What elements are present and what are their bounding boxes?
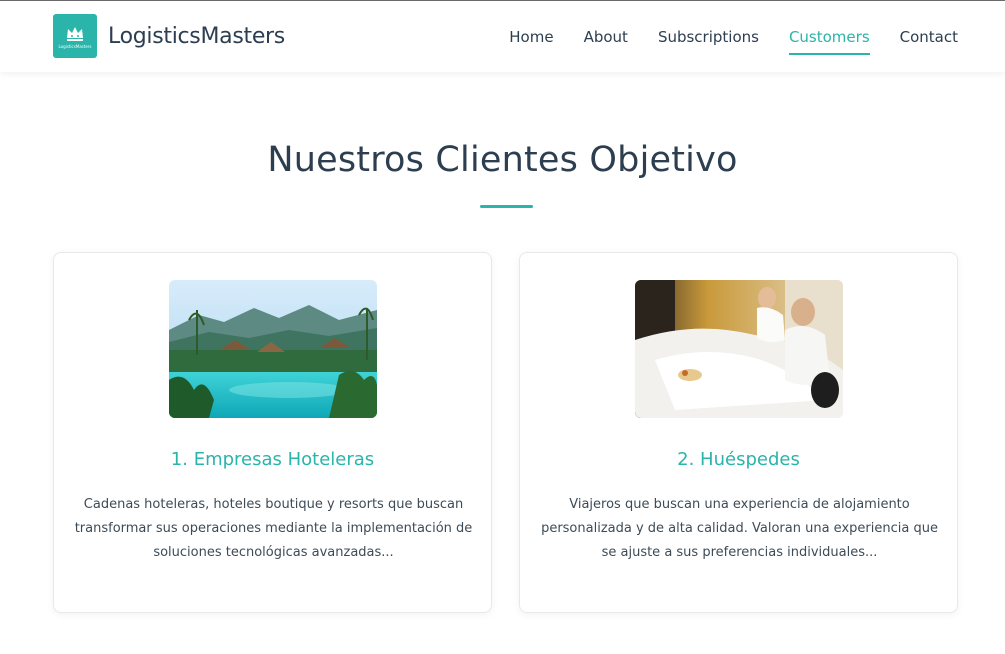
nav-subscriptions[interactable]: Subscriptions	[658, 22, 759, 52]
card-title: 1. Empresas Hoteleras	[170, 449, 375, 470]
brand-name[interactable]: LogisticsMasters	[108, 24, 285, 49]
logo[interactable]: LogisticsMasters	[53, 14, 97, 58]
nav-home[interactable]: Home	[509, 22, 553, 52]
nav-customers[interactable]: Customers	[788, 22, 870, 55]
main-nav: Home About Subscriptions Customers Conta…	[479, 1, 958, 72]
guests-in-bed-image	[635, 280, 843, 418]
resort-pool-image	[169, 280, 377, 418]
crown-icon	[67, 26, 83, 41]
section-title: Nuestros Clientes Objetivo	[267, 140, 738, 180]
card-description: Cadenas hoteleras, hoteles boutique y re…	[74, 497, 473, 560]
customer-card-hotels: 1. Empresas Hoteleras Cadenas hoteleras,…	[53, 252, 492, 613]
card-description: Viajeros que buscan una experiencia de a…	[541, 497, 938, 560]
logo-text: LogisticsMasters	[58, 43, 92, 49]
nav-contact[interactable]: Contact	[900, 22, 958, 52]
nav-about[interactable]: About	[584, 22, 628, 52]
customer-card-guests: 2. Huéspedes Viajeros que buscan una exp…	[519, 252, 958, 613]
navbar: LogisticsMasters LogisticsMasters Home A…	[0, 1, 1005, 72]
title-underline	[480, 205, 533, 208]
card-title: 2. Huéspedes	[677, 449, 800, 470]
brand[interactable]: LogisticsMasters LogisticsMasters	[53, 14, 285, 58]
